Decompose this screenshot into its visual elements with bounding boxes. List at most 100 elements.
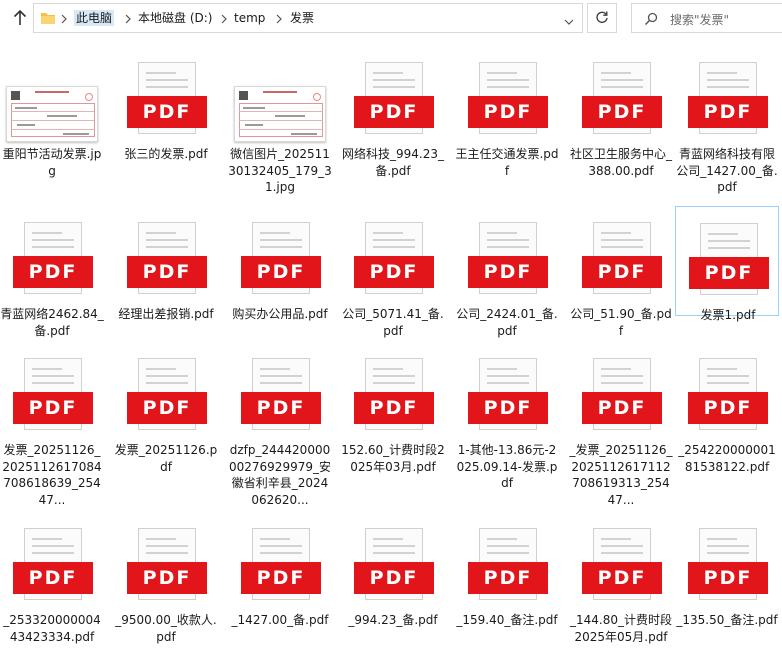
pdf-label: PDF (468, 256, 548, 288)
refresh-icon (595, 9, 609, 28)
pdf-label: PDF (127, 96, 207, 128)
file-item[interactable]: PDF _994.23_备.pdf (341, 512, 445, 656)
file-item[interactable]: PDF 社区卫生服务中心_388.00.pdf (569, 46, 673, 196)
file-name: 微信图片_20251130132405_179_31.jpg (228, 147, 332, 194)
file-name: _159.40_备注.pdf (456, 613, 558, 627)
pdf-label: PDF (468, 392, 548, 424)
pdf-label: PDF (688, 392, 768, 424)
breadcrumb-separator-icon[interactable] (220, 12, 228, 26)
chevron-down-icon[interactable] (564, 12, 574, 31)
file-item[interactable]: PDF 张三的发票.pdf (114, 46, 218, 196)
file-item[interactable]: PDF 青蓝网络科技有限公司_1427.00_备.pdf (675, 46, 779, 196)
pdf-file-icon: PDF (582, 358, 662, 430)
file-name: 购买办公用品.pdf (232, 307, 328, 321)
file-name: 网络科技_994.23_备.pdf (342, 147, 444, 178)
file-item[interactable]: PDF _9500.00_收款人.pdf (114, 512, 218, 656)
file-item[interactable]: PDF _25422000000181538122.pdf (675, 342, 779, 492)
file-item[interactable]: 重阳节活动发票.jpg (0, 46, 104, 196)
breadcrumb-drive-d[interactable]: 本地磁盘 (D:) (138, 10, 212, 26)
file-item[interactable]: PDF _25332000000443423334.pdf (0, 512, 104, 656)
pdf-file-icon: PDF (688, 358, 768, 430)
folder-icon (40, 10, 56, 30)
pdf-file-icon: PDF (468, 358, 548, 430)
file-item[interactable]: PDF 1-其他-13.86元-2025.09.14-发票.pdf (455, 342, 559, 492)
pdf-label: PDF (582, 96, 662, 128)
pdf-file-icon: PDF (127, 62, 207, 134)
pdf-label: PDF (13, 562, 93, 594)
breadcrumb-separator-icon[interactable] (124, 12, 132, 26)
file-item[interactable]: PDF 公司_51.90_备.pdf (569, 206, 673, 356)
file-item[interactable]: PDF dzfp_24442000000276929979_安徽省利辛县_2024… (228, 342, 332, 507)
breadcrumb-invoices[interactable]: 发票 (290, 10, 314, 26)
file-item[interactable]: PDF 公司_5071.41_备.pdf (341, 206, 445, 356)
file-name: _发票_20251126_2025112617112708619313_2544… (569, 443, 673, 507)
file-item[interactable]: PDF 公司_2424.01_备.pdf (455, 206, 559, 356)
file-item[interactable]: PDF _发票_20251126_2025112617112708619313_2… (569, 342, 673, 507)
pdf-label: PDF (582, 562, 662, 594)
pdf-label: PDF (688, 562, 768, 594)
pdf-file-icon: PDF (468, 62, 548, 134)
file-name: 152.60_计费时段2025年03月.pdf (341, 443, 445, 474)
file-name: 发票_20251126_2025112617084708618639_25447… (2, 443, 102, 507)
file-name: 公司_5071.41_备.pdf (342, 307, 444, 338)
address-bar[interactable]: 此电脑 本地磁盘 (D:) temp 发票 (33, 3, 583, 33)
pdf-file-icon: PDF (127, 222, 207, 294)
pdf-file-icon: PDF (127, 358, 207, 430)
pdf-label: PDF (127, 392, 207, 424)
file-item[interactable]: PDF 网络科技_994.23_备.pdf (341, 46, 445, 196)
search-box[interactable]: 搜索"发票" (631, 3, 782, 33)
pdf-file-icon: PDF (241, 358, 321, 430)
breadcrumb-temp[interactable]: temp (234, 10, 265, 26)
breadcrumb-this-pc[interactable]: 此电脑 (74, 10, 115, 26)
file-name: 重阳节活动发票.jpg (2, 147, 102, 178)
pdf-label: PDF (241, 392, 321, 424)
file-name: _135.50_备注.pdf (676, 613, 778, 627)
file-item[interactable]: PDF _135.50_备注.pdf (675, 512, 779, 656)
file-name: 公司_51.90_备.pdf (570, 307, 672, 338)
file-item[interactable]: PDF _159.40_备注.pdf (455, 512, 559, 656)
file-name: _9500.00_收款人.pdf (115, 613, 217, 644)
pdf-file-icon: PDF (13, 358, 93, 430)
pdf-label: PDF (582, 256, 662, 288)
file-item[interactable]: PDF 经理出差报销.pdf (114, 206, 218, 356)
pdf-label: PDF (582, 392, 662, 424)
file-item[interactable]: PDF _144.80_计费时段2025年05月.pdf (569, 512, 673, 656)
pdf-label: PDF (13, 392, 93, 424)
pdf-file-icon: PDF (688, 62, 768, 134)
file-item[interactable]: PDF 购买办公用品.pdf (228, 206, 332, 356)
pdf-file-icon: PDF (13, 528, 93, 600)
file-name: 发票1.pdf (700, 308, 756, 322)
file-item[interactable]: PDF _1427.00_备.pdf (228, 512, 332, 656)
file-item[interactable]: PDF 发票_20251126.pdf (114, 342, 218, 492)
pdf-file-icon: PDF (689, 223, 769, 295)
file-item[interactable]: PDF 发票_20251126_2025112617084708618639_25… (0, 342, 104, 507)
refresh-button[interactable] (587, 3, 617, 33)
image-thumbnail (6, 86, 98, 142)
pdf-file-icon: PDF (354, 358, 434, 430)
file-item[interactable]: PDF 152.60_计费时段2025年03月.pdf (341, 342, 445, 492)
file-name: _144.80_计费时段2025年05月.pdf (570, 613, 672, 644)
pdf-file-icon: PDF (13, 222, 93, 294)
file-name: 发票_20251126.pdf (114, 443, 218, 474)
file-item[interactable]: 微信图片_20251130132405_179_31.jpg (228, 46, 332, 196)
pdf-label: PDF (354, 562, 434, 594)
file-name: _1427.00_备.pdf (231, 613, 329, 627)
file-item[interactable]: PDF 青蓝网络2462.84_备.pdf (0, 206, 104, 356)
pdf-file-icon: PDF (127, 528, 207, 600)
pdf-label: PDF (127, 562, 207, 594)
explorer-toolbar: 此电脑 本地磁盘 (D:) temp 发票 搜索"发票" (0, 0, 782, 36)
file-item[interactable]: PDF 王主任交通发票.pdf (455, 46, 559, 196)
search-icon (644, 11, 658, 30)
file-name: _25332000000443423334.pdf (3, 613, 101, 644)
pdf-label: PDF (241, 256, 321, 288)
breadcrumb-separator-icon[interactable] (60, 12, 68, 26)
pdf-label: PDF (689, 257, 769, 289)
pdf-label: PDF (241, 562, 321, 594)
file-item[interactable]: PDF 发票1.pdf (675, 206, 779, 322)
breadcrumb-separator-icon[interactable] (275, 12, 283, 26)
file-grid: 重阳节活动发票.jpg PDF 张三的发票.pdf 微信图片_202511301324… (0, 36, 782, 656)
file-name: 1-其他-13.86元-2025.09.14-发票.pdf (456, 443, 558, 490)
file-name: dzfp_24442000000276929979_安徽省利辛县_2024062… (229, 443, 331, 507)
file-name: 公司_2424.01_备.pdf (456, 307, 558, 338)
up-arrow-icon[interactable] (10, 8, 30, 28)
